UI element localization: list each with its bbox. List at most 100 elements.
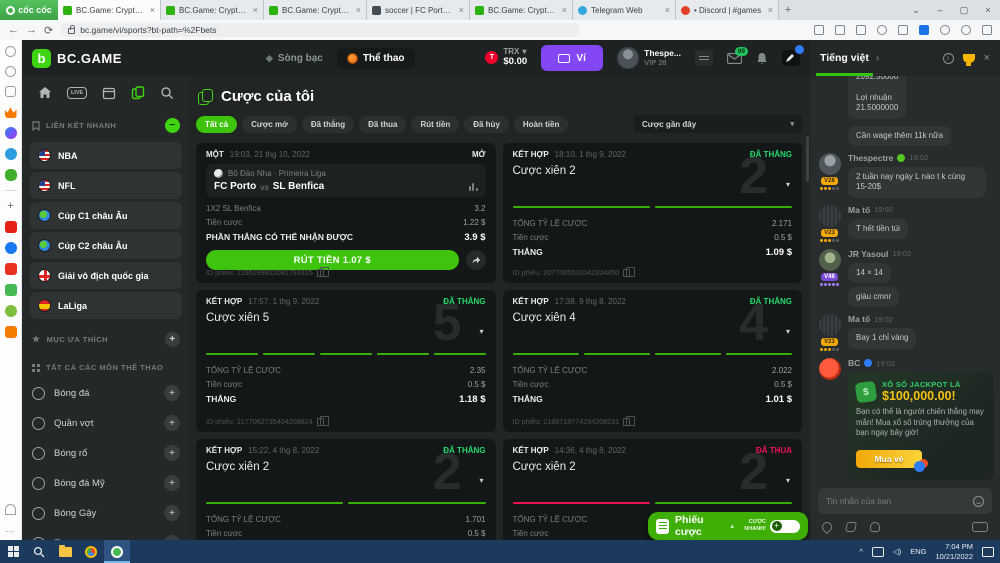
my-bets-icon[interactable] [131, 86, 145, 100]
filter-cashout[interactable]: Rút tiền [411, 115, 460, 133]
start-button[interactable] [0, 540, 26, 563]
settings-gear-icon[interactable] [5, 46, 16, 57]
chat-username[interactable]: BC [848, 358, 860, 368]
expand-legs-icon[interactable]: ▾ [479, 476, 483, 485]
sidebar-item-cricket[interactable]: Bóng Gậy + [22, 498, 190, 528]
cashout-button[interactable]: RÚT TIỀN 1.07 $ [206, 250, 459, 270]
collapse-quick-links-button[interactable]: − [165, 118, 180, 133]
sidebar-item-champions-league[interactable]: Cúp C1 châu Âu [30, 202, 182, 229]
sidebar-item-tennis[interactable]: Quần vợt + [22, 408, 190, 438]
tab-close-icon[interactable]: × [253, 5, 258, 15]
avatar[interactable] [818, 358, 841, 381]
sidebar-item-american-football[interactable]: Bóng đá Mỹ + [22, 468, 190, 498]
network-icon[interactable] [871, 546, 884, 557]
chat-username[interactable]: Thespectre [848, 153, 893, 163]
wallet-button[interactable]: Ví [541, 45, 604, 71]
language-indicator[interactable]: ENG [910, 547, 926, 556]
sidebar-item-nba[interactable]: NBA [30, 142, 182, 169]
newsfeed-icon[interactable] [5, 86, 16, 97]
tab-close-icon[interactable]: × [768, 5, 773, 15]
chat-username[interactable]: Ma tố [848, 205, 870, 215]
expand-sport-button[interactable]: + [164, 445, 180, 461]
browser-tab[interactable]: • Discord | #games × [676, 0, 779, 20]
copy-icon[interactable] [623, 266, 636, 277]
sidebar-item-laliga[interactable]: LaLiga [30, 292, 182, 319]
taskbar-search-icon[interactable] [26, 540, 52, 563]
rain-icon[interactable] [819, 519, 835, 535]
browser-tab[interactable]: BC.Game: Crypto Casino × [264, 0, 367, 20]
chat-username[interactable]: JR Yasoul [848, 249, 888, 259]
sync-icon[interactable] [940, 25, 950, 35]
filter-refund[interactable]: Hoàn tiền [513, 115, 569, 133]
share-bet-button[interactable] [465, 250, 486, 270]
expand-sport-button[interactable]: + [164, 505, 180, 521]
expand-sport-button[interactable]: + [164, 475, 180, 491]
sidebar-item-basketball[interactable]: Bóng rổ + [22, 438, 190, 468]
tab-close-icon[interactable]: × [562, 5, 567, 15]
home-icon[interactable] [38, 86, 52, 100]
filter-open[interactable]: Cược mở [242, 115, 297, 133]
bcgame-logo[interactable]: b BC.GAME [32, 48, 122, 68]
promo-ball-icon[interactable] [4, 305, 17, 317]
sidebar-item-nfl[interactable]: NFL [30, 172, 182, 199]
nav-casino-link[interactable]: ◆ Sòng bạc [266, 53, 323, 64]
rules-info-icon[interactable]: i [942, 52, 954, 64]
filter-all[interactable]: Tất cả [196, 115, 238, 133]
chrome-icon[interactable] [78, 540, 104, 563]
youtube-icon[interactable] [4, 221, 17, 233]
stats-icon[interactable] [468, 182, 478, 191]
sidebar-item-premier-league[interactable]: Giải vô địch quốc gia [30, 262, 182, 289]
browser-tab[interactable]: Telegram Web × [573, 0, 676, 20]
avatar[interactable] [818, 314, 841, 337]
window-minimize-button[interactable]: – [928, 5, 952, 15]
mail-button[interactable]: 99 [727, 46, 748, 64]
notification-bell-icon[interactable] [5, 504, 16, 515]
user-profile[interactable]: Thespe... VIP 28 [617, 47, 681, 69]
browser-tab[interactable]: BC.Game: Crypto Casino × [58, 0, 161, 20]
share-page-icon[interactable] [856, 25, 866, 35]
sidebar-item-esports[interactable]: Esports+ [22, 528, 190, 540]
cart-icon[interactable] [4, 326, 17, 338]
avatar[interactable] [818, 204, 841, 227]
chat-input[interactable]: Tin nhắn của bạn [818, 488, 992, 514]
new-tab-button[interactable]: + [779, 0, 797, 20]
currency-selector[interactable]: T TRX ▾ $0.00 [485, 48, 527, 67]
window-maximize-button[interactable]: ▢ [952, 5, 976, 16]
quick-bet-toggle[interactable] [770, 519, 800, 533]
ghost-icon[interactable] [870, 522, 880, 532]
tab-search-icon[interactable]: ⌄ [904, 5, 928, 16]
expand-sport-button[interactable]: + [164, 385, 180, 401]
downloads-tray-icon[interactable] [982, 25, 992, 35]
taskbar-clock[interactable]: 7:04 PM 10/21/2022 [935, 542, 973, 561]
sale-promo-icon[interactable] [4, 263, 17, 275]
add-shortcut-icon[interactable]: + [7, 200, 13, 212]
chevron-right-icon[interactable]: › [876, 53, 879, 64]
avatar[interactable] [818, 248, 841, 271]
bookmark-star-icon[interactable] [877, 25, 887, 35]
back-icon[interactable]: ← [8, 24, 19, 36]
copy-icon[interactable] [316, 266, 329, 277]
profile-icon[interactable] [961, 25, 971, 35]
browser-tab[interactable]: BC.Game: Crypto Casino × [470, 0, 573, 20]
crown-icon[interactable] [4, 107, 17, 118]
keyboard-icon[interactable] [972, 520, 988, 532]
slash-command-icon[interactable] [844, 522, 858, 532]
emoji-picker-icon[interactable] [973, 495, 984, 507]
volume-icon[interactable]: ◁) [893, 547, 901, 556]
url-field[interactable]: bc.game/vi/sports?bt-path=%2Fbets [60, 23, 581, 37]
tray-expand-icon[interactable]: ^ [859, 547, 863, 556]
match-box[interactable]: Bồ Đào Nha · Primeira Liga FC Porto vs S… [206, 164, 486, 197]
filter-lost[interactable]: Đã thua [359, 115, 407, 133]
chat-close-icon[interactable]: × [984, 52, 990, 64]
chat-language-tab[interactable]: Tiếng việt [816, 40, 873, 76]
reload-icon[interactable]: ⟳ [44, 24, 53, 37]
action-center-icon[interactable] [982, 546, 994, 557]
expand-legs-icon[interactable]: ▾ [786, 327, 790, 336]
filter-cancelled[interactable]: Đã hủy [464, 115, 509, 133]
bell-icon[interactable] [756, 52, 768, 65]
calendar-icon[interactable] [102, 86, 116, 100]
expand-legs-icon[interactable]: ▾ [786, 476, 790, 485]
expand-sport-button[interactable]: + [164, 415, 180, 431]
coccoc-menu-button[interactable]: cốc cốc [0, 0, 58, 20]
copy-icon[interactable] [316, 415, 329, 426]
